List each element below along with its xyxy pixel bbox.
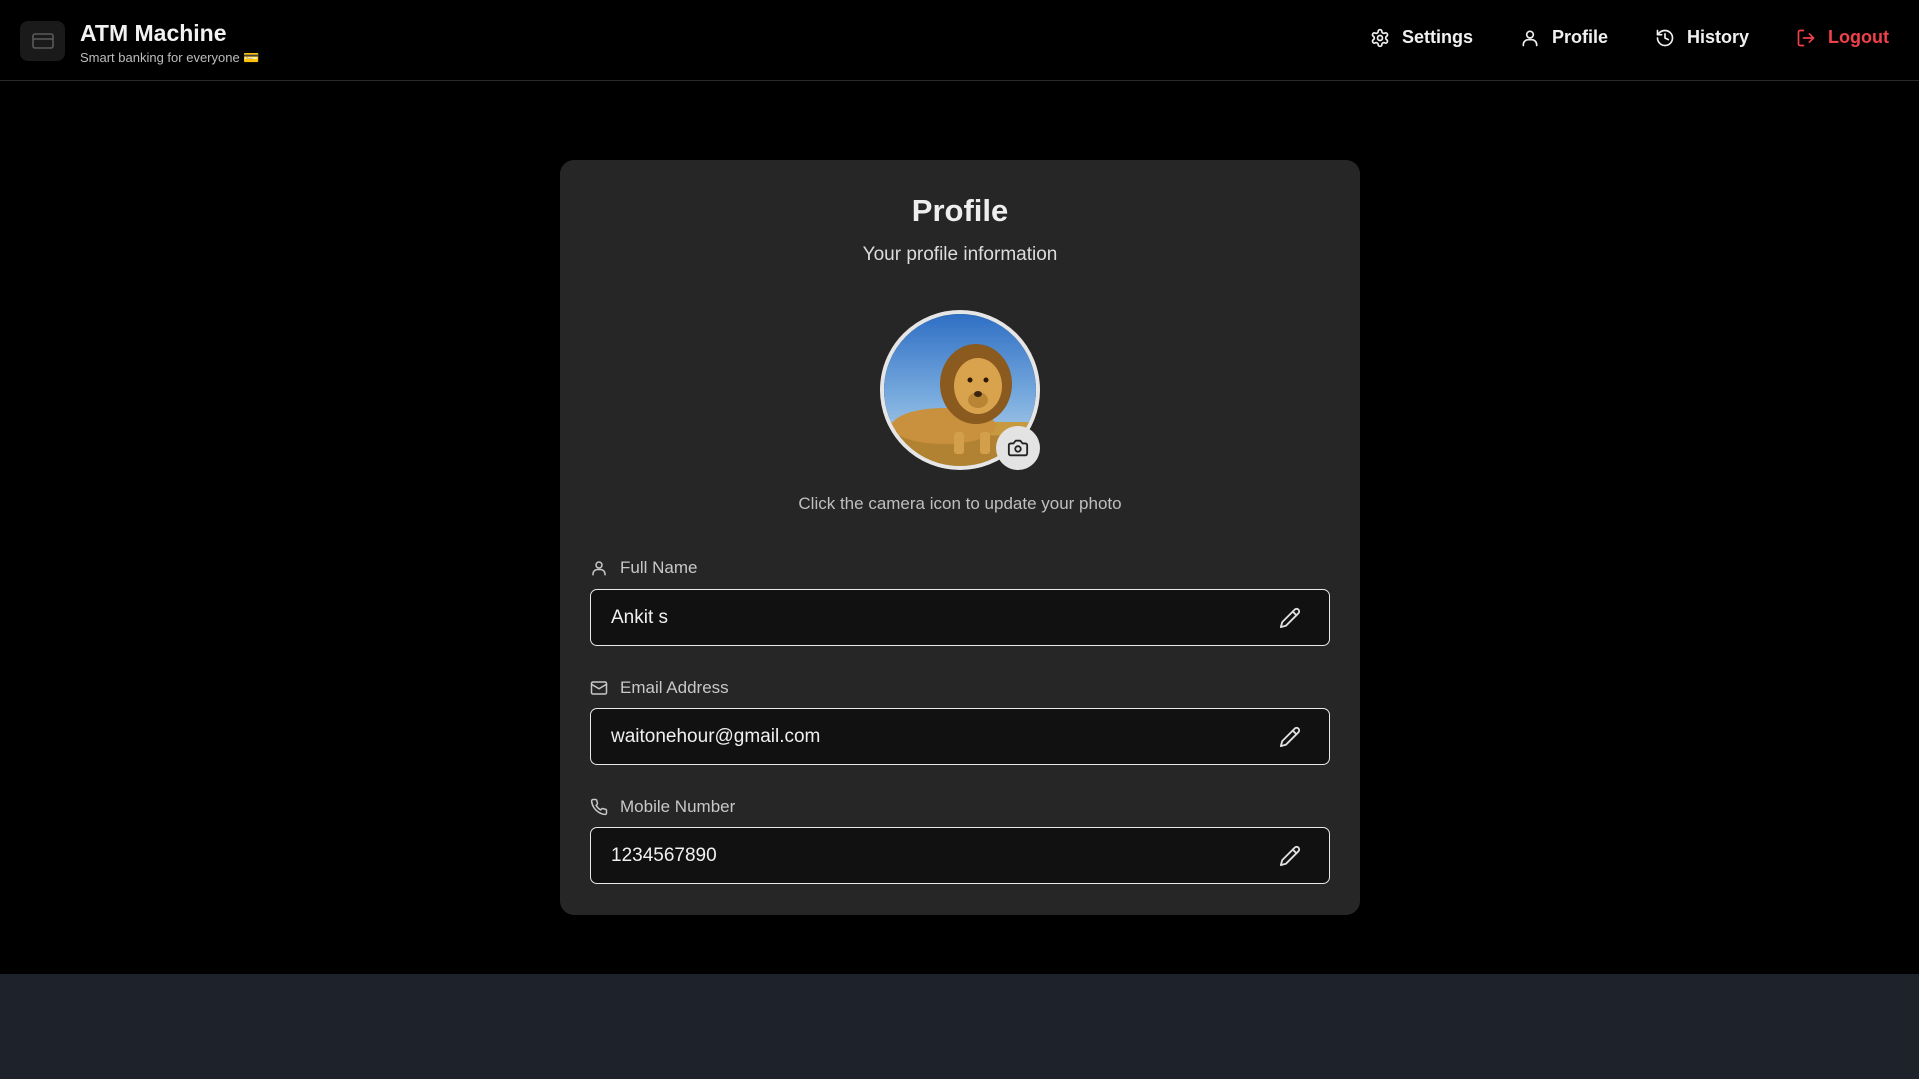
- nav-logout[interactable]: Logout: [1796, 27, 1889, 48]
- nav-menu: Settings Profile History Logout: [1370, 27, 1889, 48]
- full-name-field[interactable]: Ankit s: [590, 589, 1330, 646]
- page-title: Profile: [911, 193, 1009, 228]
- page-subtitle: Your profile information: [862, 244, 1058, 265]
- gear-icon: [1371, 28, 1389, 47]
- top-navbar: ATM Machine Smart banking for everyone 💳…: [0, 0, 1919, 81]
- email-value: waitonehour@gmail.com: [611, 726, 821, 747]
- email-field[interactable]: waitonehour@gmail.com: [590, 708, 1330, 765]
- app-subtitle: Smart banking for everyone 💳: [80, 50, 260, 65]
- photo-hint: Click the camera icon to update your pho…: [798, 494, 1122, 513]
- email-label-row: Email Address: [590, 678, 729, 698]
- nav-profile[interactable]: Profile: [1520, 27, 1608, 48]
- credit-card-icon: [20, 21, 65, 61]
- user-icon: [592, 561, 606, 576]
- nav-settings-label: Settings: [1401, 27, 1473, 47]
- mobile-value: 1234567890: [611, 845, 717, 866]
- email-label: Email Address: [620, 678, 729, 697]
- user-icon: [1522, 29, 1538, 46]
- page-footer-area: [0, 974, 1919, 1079]
- mail-icon: [590, 681, 608, 695]
- full-name-label-row: Full Name: [590, 558, 697, 578]
- logout-icon: [1797, 29, 1815, 46]
- mobile-label-row: Mobile Number: [590, 797, 735, 817]
- nav-settings[interactable]: Settings: [1370, 27, 1473, 48]
- nav-logout-label: Logout: [1828, 27, 1889, 47]
- mobile-label: Mobile Number: [620, 797, 736, 816]
- phone-icon: [590, 798, 608, 816]
- full-name-label: Full Name: [620, 558, 698, 577]
- nav-profile-label: Profile: [1551, 27, 1608, 47]
- edit-full-name-button[interactable]: [1279, 607, 1301, 629]
- full-name-value: Ankit s: [611, 607, 669, 628]
- history-icon: [1656, 29, 1674, 46]
- mobile-field[interactable]: 1234567890: [590, 827, 1330, 884]
- edit-mobile-button[interactable]: [1279, 845, 1301, 867]
- edit-email-button[interactable]: [1279, 726, 1301, 748]
- nav-history-label: History: [1687, 27, 1750, 47]
- nav-history[interactable]: History: [1655, 27, 1749, 48]
- camera-icon: [1007, 439, 1029, 457]
- app-title: ATM Machine: [80, 20, 227, 46]
- change-photo-button[interactable]: [996, 426, 1040, 470]
- app-root: ATM Machine Smart banking for everyone 💳…: [0, 0, 1919, 974]
